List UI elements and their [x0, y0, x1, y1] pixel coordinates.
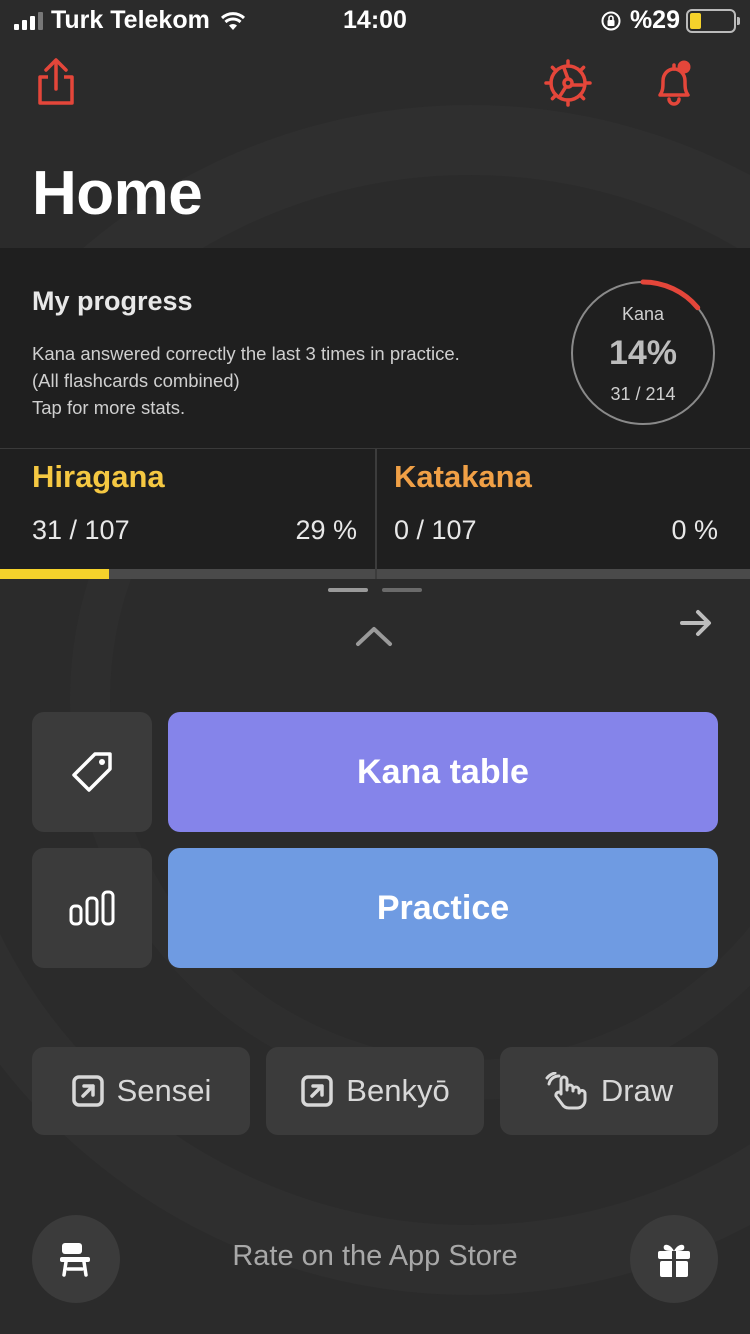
page-title: Home	[32, 159, 203, 228]
share-icon[interactable]	[28, 55, 84, 111]
kana-table-button[interactable]: Kana table	[168, 712, 718, 832]
kana-name: Hiragana	[32, 459, 165, 494]
bell-icon[interactable]	[646, 55, 702, 111]
tag-button[interactable]	[32, 712, 152, 832]
gear-icon[interactable]	[540, 55, 596, 111]
kana-percent: 29 %	[295, 515, 357, 545]
practice-button[interactable]: Practice	[168, 848, 718, 968]
status-bar: Turk Telekom 14:00 %29	[0, 0, 750, 40]
battery-percent: %29	[629, 6, 680, 34]
sensei-button[interactable]: Sensei	[32, 1047, 250, 1135]
progress-description: Kana answered correctly the last 3 times…	[32, 340, 542, 421]
page-indicator	[328, 588, 422, 592]
kana-count: 0 / 107	[394, 515, 477, 545]
page-dot	[328, 588, 368, 592]
sensei-label: Sensei	[116, 1073, 212, 1108]
progress-description-line: Kana answered correctly the last 3 times…	[32, 343, 460, 364]
external-link-icon	[71, 1075, 104, 1107]
battery-icon	[686, 8, 740, 33]
ring-count: 31 / 214	[610, 384, 676, 404]
ring-label: Kana	[621, 304, 665, 324]
arrow-right-icon[interactable]	[678, 606, 714, 640]
desk-icon	[60, 1243, 90, 1277]
external-link-icon	[301, 1075, 334, 1107]
draw-label: Draw	[600, 1073, 674, 1108]
kana-percent: 0 %	[671, 515, 718, 545]
draw-button[interactable]: Draw	[500, 1047, 718, 1135]
stats-button[interactable]	[32, 848, 152, 968]
progress-title: My progress	[32, 286, 193, 316]
gift-icon	[658, 1244, 690, 1277]
progress-bar	[377, 569, 750, 579]
tag-icon	[72, 752, 112, 792]
progress-bar-fill	[0, 569, 109, 579]
katakana-card[interactable]: Katakana 0 / 107 0 %	[375, 449, 750, 579]
benkyo-button[interactable]: Benkyō	[266, 1047, 484, 1135]
progress-description-line: (All flashcards combined)	[32, 370, 240, 391]
kana-count: 31 / 107	[32, 515, 130, 545]
rate-app-link[interactable]: Rate on the App Store	[160, 1240, 590, 1273]
gift-button[interactable]	[630, 1215, 718, 1303]
ring-percent: 14%	[608, 334, 678, 372]
benkyo-label: Benkyō	[346, 1073, 450, 1108]
kana-name: Katakana	[394, 459, 532, 494]
chevron-up-icon[interactable]	[354, 620, 394, 650]
desk-button[interactable]	[32, 1215, 120, 1303]
orientation-lock-icon	[601, 11, 621, 30]
page-dot	[382, 588, 422, 592]
progress-description-line: Tap for more stats.	[32, 397, 186, 418]
stats-icon	[69, 890, 115, 926]
kana-progress-row: Hiragana 31 / 107 29 % Katakana 0 / 107 …	[0, 448, 750, 579]
hiragana-card[interactable]: Hiragana 31 / 107 29 %	[0, 449, 375, 579]
progress-panel[interactable]: My progress Kana answered correctly the …	[0, 248, 750, 448]
hand-pointer-icon	[545, 1072, 587, 1110]
progress-bar	[0, 569, 375, 579]
